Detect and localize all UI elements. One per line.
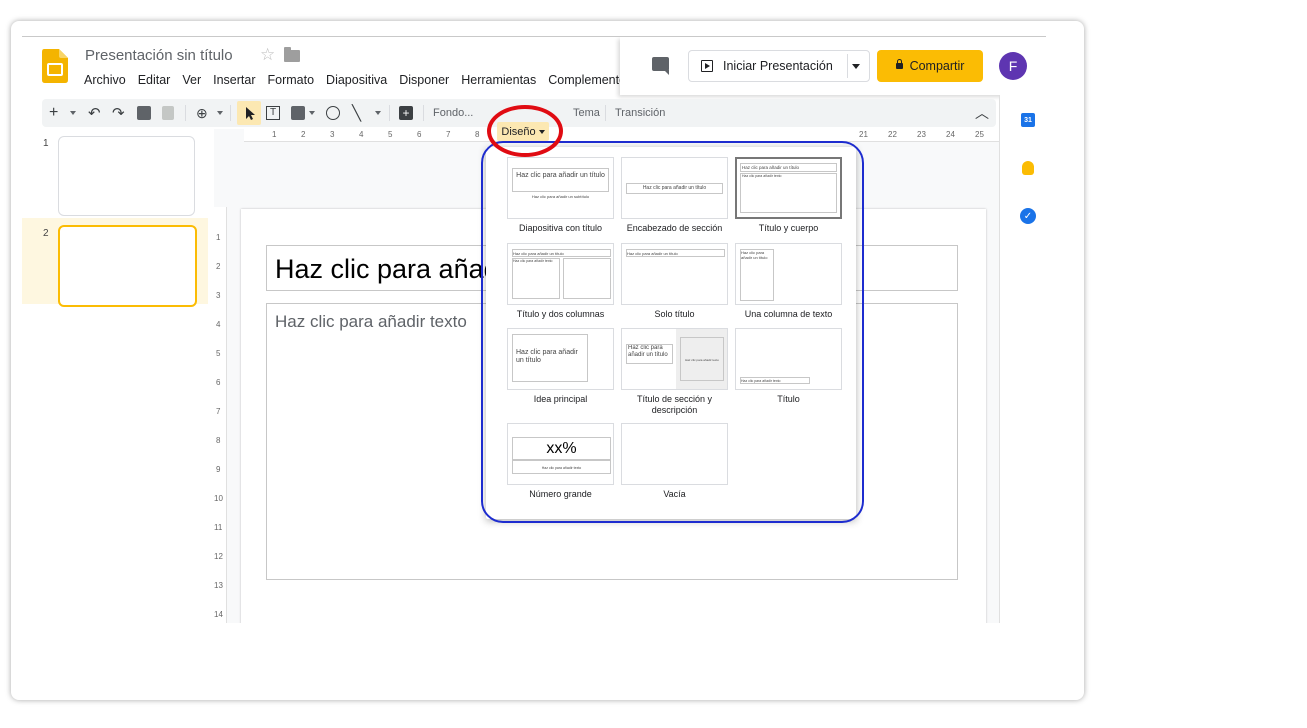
new-slide-plus-icon[interactable]: + xyxy=(49,99,58,127)
redo-icon[interactable]: ↷ xyxy=(112,99,125,127)
side-panel: 31 ✓ xyxy=(999,95,1046,623)
background-button[interactable]: Fondo... xyxy=(433,99,473,127)
divider xyxy=(185,105,186,121)
comment-history-icon[interactable] xyxy=(652,57,669,75)
present-icon xyxy=(701,60,713,72)
document-title[interactable]: Presentación sin título xyxy=(85,47,233,64)
slides-logo-icon[interactable] xyxy=(42,49,68,83)
ruler-tick: 6 xyxy=(216,378,221,387)
ruler-tick: 4 xyxy=(359,130,364,139)
menu-ver[interactable]: Ver xyxy=(182,73,201,87)
ruler-tick: 24 xyxy=(946,130,955,139)
menu-bar: Archivo Editar Ver Insertar Formato Diap… xyxy=(84,73,632,87)
tasks-icon[interactable]: ✓ xyxy=(1020,208,1036,224)
image-icon[interactable] xyxy=(291,106,305,120)
ruler-tick: 7 xyxy=(216,407,221,416)
ruler-tick: 5 xyxy=(216,349,221,358)
ruler-tick: 7 xyxy=(446,130,451,139)
text-box-icon[interactable]: T xyxy=(266,106,280,120)
ruler-tick: 3 xyxy=(216,291,221,300)
ruler-tick: 2 xyxy=(301,130,306,139)
menu-archivo[interactable]: Archivo xyxy=(84,73,126,87)
chevron-down-icon[interactable] xyxy=(70,111,76,115)
shape-icon[interactable] xyxy=(326,106,340,120)
ruler-tick: 23 xyxy=(917,130,926,139)
chevron-down-icon[interactable] xyxy=(217,111,223,115)
ruler-tick: 11 xyxy=(214,523,223,532)
print-icon[interactable] xyxy=(137,106,151,120)
chevron-down-icon[interactable] xyxy=(375,111,381,115)
ruler-tick: 6 xyxy=(417,130,422,139)
folder-icon[interactable] xyxy=(284,47,300,62)
menu-herramientas[interactable]: Herramientas xyxy=(461,73,536,87)
ruler-tick: 25 xyxy=(975,130,984,139)
menu-disponer[interactable]: Disponer xyxy=(399,73,449,87)
menu-editar[interactable]: Editar xyxy=(138,73,171,87)
star-icon[interactable]: ☆ xyxy=(260,45,275,65)
divider xyxy=(423,105,424,121)
ruler-tick: 10 xyxy=(214,494,223,503)
ruler-tick: 13 xyxy=(214,581,223,590)
present-label: Iniciar Presentación xyxy=(723,59,833,73)
ruler-tick: 4 xyxy=(216,320,221,329)
ruler-tick: 2 xyxy=(216,262,221,271)
divider xyxy=(230,105,231,121)
ruler-tick: 9 xyxy=(216,465,221,474)
add-comment-icon[interactable]: + xyxy=(399,106,413,120)
keep-icon[interactable] xyxy=(1022,161,1034,175)
lock-icon xyxy=(895,59,903,69)
present-button[interactable]: Iniciar Presentación xyxy=(689,51,847,81)
menu-formato[interactable]: Formato xyxy=(268,73,315,87)
ruler-tick: 8 xyxy=(475,130,480,139)
ruler-tick: 1 xyxy=(216,233,221,242)
slide-thumbnail-1[interactable] xyxy=(58,136,195,216)
ruler-tick: 14 xyxy=(214,610,223,619)
divider xyxy=(605,105,606,121)
menu-diapositiva[interactable]: Diapositiva xyxy=(326,73,387,87)
highlight-outline-blue xyxy=(481,141,864,523)
line-icon[interactable]: ╲ xyxy=(352,99,361,127)
ruler-tick: 1 xyxy=(272,130,277,139)
chevron-down-icon[interactable] xyxy=(309,111,315,115)
undo-icon[interactable]: ↶ xyxy=(88,99,101,127)
slide-thumbnail-2[interactable] xyxy=(58,225,197,307)
present-button-group: Iniciar Presentación xyxy=(688,50,870,82)
share-button[interactable]: Compartir xyxy=(877,50,983,82)
collapse-toolbar-icon[interactable]: ︿ xyxy=(975,99,989,127)
share-label: Compartir xyxy=(909,59,965,73)
filmstrip: 1 2 xyxy=(22,129,208,623)
ruler-tick: 3 xyxy=(330,130,335,139)
ruler-tick: 21 xyxy=(859,130,868,139)
divider xyxy=(389,105,390,121)
avatar[interactable]: F xyxy=(999,52,1027,80)
slide-number: 2 xyxy=(43,228,49,239)
select-tool-active[interactable] xyxy=(237,101,261,125)
cursor-icon xyxy=(246,107,255,120)
paint-format-icon[interactable] xyxy=(162,106,174,120)
divider xyxy=(847,54,848,78)
slide-number: 1 xyxy=(43,138,49,149)
chevron-down-icon[interactable] xyxy=(852,64,860,69)
ruler-tick: 22 xyxy=(888,130,897,139)
menu-insertar[interactable]: Insertar xyxy=(213,73,255,87)
zoom-icon[interactable]: ⊕ xyxy=(196,99,208,127)
theme-button[interactable]: Tema xyxy=(573,99,600,127)
vertical-ruler: 1 2 3 4 5 6 7 8 9 10 11 12 13 14 xyxy=(214,207,227,623)
ruler-tick: 8 xyxy=(216,436,221,445)
highlight-circle-red xyxy=(487,105,563,157)
calendar-icon[interactable]: 31 xyxy=(1021,113,1035,127)
ruler-tick: 5 xyxy=(388,130,393,139)
ruler-tick: 12 xyxy=(214,552,223,561)
header-actions: Iniciar Presentación Compartir F xyxy=(620,37,1046,95)
transition-button[interactable]: Transición xyxy=(615,99,665,127)
